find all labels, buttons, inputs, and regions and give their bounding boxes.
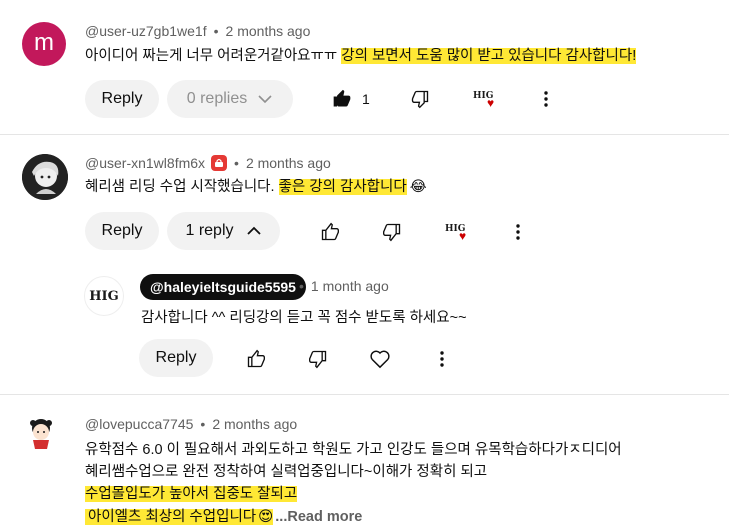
like-count: 1 — [362, 91, 370, 107]
avatar-illustration — [22, 154, 68, 200]
thumbs-down-icon — [383, 223, 401, 242]
reply-time[interactable]: 1 month ago — [311, 278, 389, 294]
comment-text-highlight: 아이엘츠 최상의 수업입니다 😍 — [85, 509, 274, 525]
separator-dot: • — [234, 155, 239, 171]
like-button[interactable] — [318, 221, 342, 243]
comment-author[interactable]: @lovepucca7745 — [85, 416, 193, 432]
replies-label: 1 reply — [185, 222, 234, 239]
emoji: 😍 — [258, 509, 274, 525]
avatar[interactable] — [22, 154, 68, 200]
comment-text-plain: 혜리샘 리딩 수업 시작했습니다. — [85, 179, 279, 195]
comment-text-highlight: 강의 보면서 도움 많이 받고 있습니다 감사합니다! — [341, 48, 637, 64]
heart-button[interactable] — [368, 348, 392, 370]
channel-logo: HIG — [89, 288, 119, 304]
replies-button[interactable]: 0 replies — [167, 80, 293, 118]
comment-text: 아이디어 짜는게 너무 어려운거같아요ㅠㅠ 강의 보면서 도움 많이 받고 있습… — [85, 44, 637, 68]
comment-text-line-2: 혜리쌤수업으로 완전 정착하여 실력업중입니다~이해가 정확히 되고 — [85, 464, 488, 480]
comment-time[interactable]: 2 months ago — [226, 23, 311, 39]
comment-text-line-4-text: 아이엘츠 최상의 수업입니다 — [88, 509, 257, 525]
creator-heart-badge: HIG ♥ — [472, 88, 498, 110]
reply-button[interactable]: Reply — [85, 212, 159, 250]
comment-meta: @lovepucca7745 • 2 months ago — [85, 416, 297, 432]
separator-dot: • — [213, 23, 219, 39]
reply-author: @haleyieltsguide5595 — [150, 279, 296, 295]
reply-label: Reply — [155, 349, 197, 366]
thumbs-up-icon — [247, 349, 265, 368]
thumbs-down-icon — [411, 90, 429, 109]
comment-text-line-4: 아이엘츠 최상의 수업입니다 😍 ...Read more — [85, 505, 362, 529]
read-more-link[interactable]: ...Read more — [275, 509, 362, 525]
comment-time[interactable]: 2 months ago — [212, 416, 297, 432]
comment-2: @user-xn1wl8fm6x • 2 months ago 혜리샘 리딩 수… — [0, 134, 729, 390]
comment-text-highlight: 좋은 강의 감사합니다 — [278, 179, 407, 195]
replies-button[interactable]: 1 reply — [167, 212, 280, 250]
reply-reply-button[interactable]: Reply — [139, 339, 213, 377]
reply-label: Reply — [101, 222, 143, 239]
creator-heart-badge: HIG ♥ — [444, 221, 470, 243]
thumbs-down-icon — [309, 350, 327, 369]
comment-author[interactable]: @user-xn1wl8fm6x — [85, 155, 205, 171]
reply-dislike-button[interactable] — [306, 348, 330, 370]
comment-3: @lovepucca7745 • 2 months ago 유학점수 6.0 이… — [0, 394, 729, 532]
comment-meta: @user-uz7gb1we1f • 2 months ago — [85, 23, 310, 39]
emoji: 😂 — [409, 179, 427, 195]
channel-owner-chip[interactable]: @haleyieltsguide5595 — [140, 274, 306, 300]
member-badge-icon — [211, 155, 228, 171]
dislike-button[interactable] — [380, 221, 404, 243]
avatar[interactable]: m — [22, 22, 66, 66]
avatar-letter: m — [34, 28, 54, 56]
comment-author[interactable]: @user-uz7gb1we1f — [85, 23, 207, 39]
reply-more-options-icon[interactable] — [432, 348, 452, 370]
reply-like-button[interactable] — [244, 348, 268, 370]
comment-text-line-3: 수업몰입도가 높아서 집중도 잘되고 — [85, 482, 298, 506]
replies-label: 0 replies — [186, 90, 248, 107]
more-options-icon[interactable] — [508, 221, 528, 243]
avatar[interactable] — [26, 416, 56, 450]
separator-dot: • — [299, 278, 304, 294]
thumbs-up-icon — [321, 222, 339, 241]
heart-icon: ♥ — [459, 229, 467, 243]
comment-text-highlight: 수업몰입도가 높아서 집중도 잘되고 — [85, 486, 298, 502]
comment-meta: @user-xn1wl8fm6x • 2 months ago — [85, 155, 331, 171]
reply-button[interactable]: Reply — [85, 80, 159, 118]
dislike-button[interactable] — [408, 88, 432, 110]
comment-text-line-1: 유학점수 6.0 이 필요해서 과외도하고 학원도 가고 인강도 들으며 유목학… — [85, 442, 622, 458]
separator-dot: • — [200, 416, 206, 432]
heart-outline-icon — [370, 350, 390, 369]
comment-text: 혜리샘 리딩 수업 시작했습니다. 좋은 강의 감사합니다 😂 — [85, 175, 427, 199]
reply-meta: • 1 month ago — [292, 278, 389, 294]
chevron-down-icon — [258, 95, 272, 104]
reply-label: Reply — [101, 90, 143, 107]
comment-text-plain: 아이디어 짜는게 너무 어려운거같아요ㅠㅠ — [85, 48, 342, 64]
comment-1: m @user-uz7gb1we1f • 2 months ago 아이디어 짜… — [0, 0, 729, 130]
thumbs-up-filled-icon — [333, 89, 351, 107]
like-button[interactable] — [330, 88, 354, 110]
avatar-illustration — [30, 419, 52, 449]
more-options-icon[interactable] — [536, 88, 556, 110]
reply-avatar[interactable]: HIG — [84, 276, 124, 316]
comment-time[interactable]: 2 months ago — [246, 155, 331, 171]
heart-icon: ♥ — [487, 96, 495, 110]
chevron-up-icon — [246, 226, 261, 235]
reply-text: 감사합니다 ^^ 리딩강의 듣고 꼭 점수 받도록 하세요~~ — [141, 310, 467, 326]
